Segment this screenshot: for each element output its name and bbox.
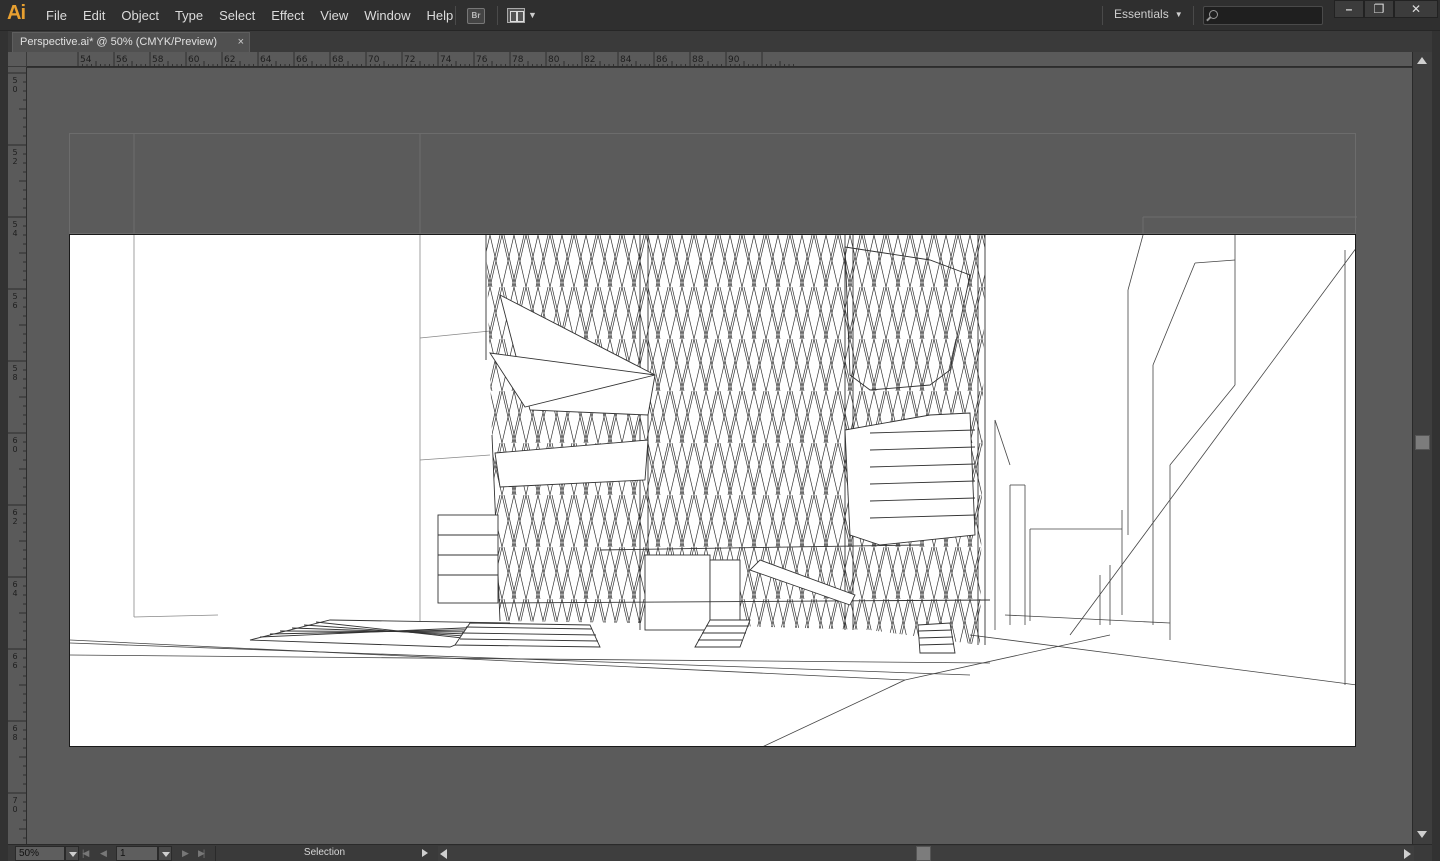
menu-effect[interactable]: Effect — [263, 0, 312, 31]
menu-bar: Ai File Edit Object Type Select Effect View Win… — [0, 0, 1440, 31]
go-to-bridge-button[interactable]: Br — [467, 8, 485, 24]
menu-file[interactable]: File — [38, 0, 75, 31]
close-icon[interactable]: × — [238, 33, 244, 51]
horizontal-ruler-ticks: 54 56 58 60 62 64 66 68 70 72 74 76 78 80 82 84 86 88 90 — [77, 52, 794, 66]
zoom-dropdown[interactable] — [65, 846, 79, 861]
document-tab-title: Perspective.ai* @ 50% (CMYK/Preview) — [20, 36, 218, 48]
menu-separator — [1193, 6, 1194, 25]
zoom-level-field[interactable]: 50% — [15, 846, 65, 861]
previous-artboard-icon[interactable]: ◀ — [100, 848, 107, 859]
arrange-documents-button[interactable]: ▼ — [507, 8, 537, 24]
chevron-down-icon: ▼ — [528, 10, 537, 20]
perspective-drawing — [70, 235, 1355, 746]
search-input[interactable] — [1204, 8, 1322, 26]
search-box[interactable] — [1203, 6, 1323, 26]
close-window-button[interactable]: ✕ — [1394, 0, 1438, 18]
search-icon — [1209, 10, 1218, 19]
workspace-switcher[interactable]: Essentials ▼ — [1114, 7, 1183, 21]
workspace-label: Essentials — [1114, 7, 1169, 21]
ruler-label: 58 — [152, 55, 164, 65]
ruler-label: 60 — [12, 436, 18, 454]
chevron-down-icon — [162, 852, 170, 857]
ruler-label: 76 — [476, 55, 488, 65]
ruler-label: 70 — [12, 796, 18, 814]
vertical-ruler[interactable]: 50 52 54 56 58 60 62 64 66 68 70 — [8, 67, 27, 844]
ruler-label: 64 — [260, 55, 272, 65]
menu-separator — [1102, 6, 1103, 25]
menu-view[interactable]: View — [312, 0, 356, 31]
ruler-label: 62 — [224, 55, 235, 65]
last-artboard-icon[interactable]: ▶| — [198, 848, 205, 859]
ruler-label: 90 — [728, 55, 740, 65]
app-logo: Ai — [7, 2, 26, 24]
next-artboard-icon[interactable]: ▶ — [182, 848, 189, 859]
ruler-label: 54 — [12, 220, 18, 238]
upper-guides — [133, 134, 1357, 235]
horizontal-scrollbar[interactable] — [438, 846, 1414, 861]
ruler-label: 66 — [296, 55, 308, 65]
horizontal-scroll-thumb[interactable] — [916, 846, 931, 861]
ruler-label: 68 — [332, 55, 344, 65]
menu-separator — [497, 6, 498, 25]
illustrator-window: Ai File Edit Object Type Select Effect View Win… — [0, 0, 1440, 861]
minimize-button[interactable]: – — [1334, 0, 1364, 18]
artboard-number-field[interactable]: 1 — [116, 846, 158, 861]
artboard[interactable] — [69, 234, 1356, 747]
status-field[interactable]: Selection — [215, 846, 433, 861]
artboard-dropdown[interactable] — [158, 846, 172, 861]
ruler-label: 72 — [404, 55, 415, 65]
ruler-label: 62 — [12, 508, 18, 526]
ruler-label: 88 — [692, 55, 704, 65]
ruler-label: 50 — [12, 76, 18, 94]
horizontal-ruler[interactable]: 54 56 58 60 62 64 66 68 70 72 74 76 78 80 82 84 86 88 90 — [27, 52, 1412, 67]
chevron-down-icon — [69, 852, 77, 857]
ruler-label: 56 — [116, 55, 128, 65]
ruler-label: 80 — [548, 55, 560, 65]
ruler-label: 54 — [80, 55, 92, 65]
ruler-label: 82 — [584, 55, 595, 65]
document-canvas[interactable] — [27, 68, 1412, 844]
ruler-origin[interactable] — [8, 52, 27, 67]
ruler-label: 52 — [12, 148, 18, 166]
ruler-label: 84 — [620, 55, 632, 65]
document-tab[interactable]: Perspective.ai* @ 50% (CMYK/Preview) × — [12, 32, 250, 52]
ruler-label: 58 — [12, 364, 18, 382]
menu-separator — [455, 6, 456, 25]
scroll-left-arrow-icon[interactable] — [440, 849, 447, 859]
menu-edit[interactable]: Edit — [75, 0, 113, 31]
scroll-down-arrow-icon[interactable] — [1417, 831, 1427, 838]
restore-button[interactable]: ❐ — [1364, 0, 1394, 18]
vertical-scroll-thumb[interactable] — [1415, 435, 1430, 450]
arrange-documents-icon — [507, 8, 525, 23]
document-tab-bar: Perspective.ai* @ 50% (CMYK/Preview) × — [8, 31, 1432, 52]
ruler-label: 56 — [12, 292, 18, 310]
scroll-up-arrow-icon[interactable] — [1417, 57, 1427, 64]
menu-object[interactable]: Object — [113, 0, 167, 31]
vertical-scrollbar[interactable] — [1412, 52, 1432, 844]
chevron-down-icon: ▼ — [1174, 10, 1183, 20]
menu-select[interactable]: Select — [211, 0, 263, 31]
first-artboard-icon[interactable]: |◀ — [82, 848, 89, 859]
ruler-label: 86 — [656, 55, 668, 65]
ruler-label: 74 — [440, 55, 452, 65]
menu-items: File Edit Object Type Select Effect View Window… — [38, 0, 461, 31]
status-bar: 50% |◀ ◀ 1 ▶ ▶| Selection — [8, 844, 1432, 861]
menu-window[interactable]: Window — [356, 0, 418, 31]
ruler-label: 70 — [368, 55, 380, 65]
ruler-label: 60 — [188, 55, 200, 65]
ruler-label: 64 — [12, 580, 18, 598]
ruler-label: 68 — [12, 724, 18, 742]
ruler-label: 78 — [512, 55, 524, 65]
status-menu-arrow-icon[interactable] — [422, 849, 428, 857]
artboard-upper-region — [69, 133, 1357, 235]
scroll-right-arrow-icon[interactable] — [1404, 849, 1411, 859]
ruler-label: 66 — [12, 652, 18, 670]
window-controls: – ❐ ✕ — [1334, 0, 1438, 20]
menu-type[interactable]: Type — [167, 0, 211, 31]
